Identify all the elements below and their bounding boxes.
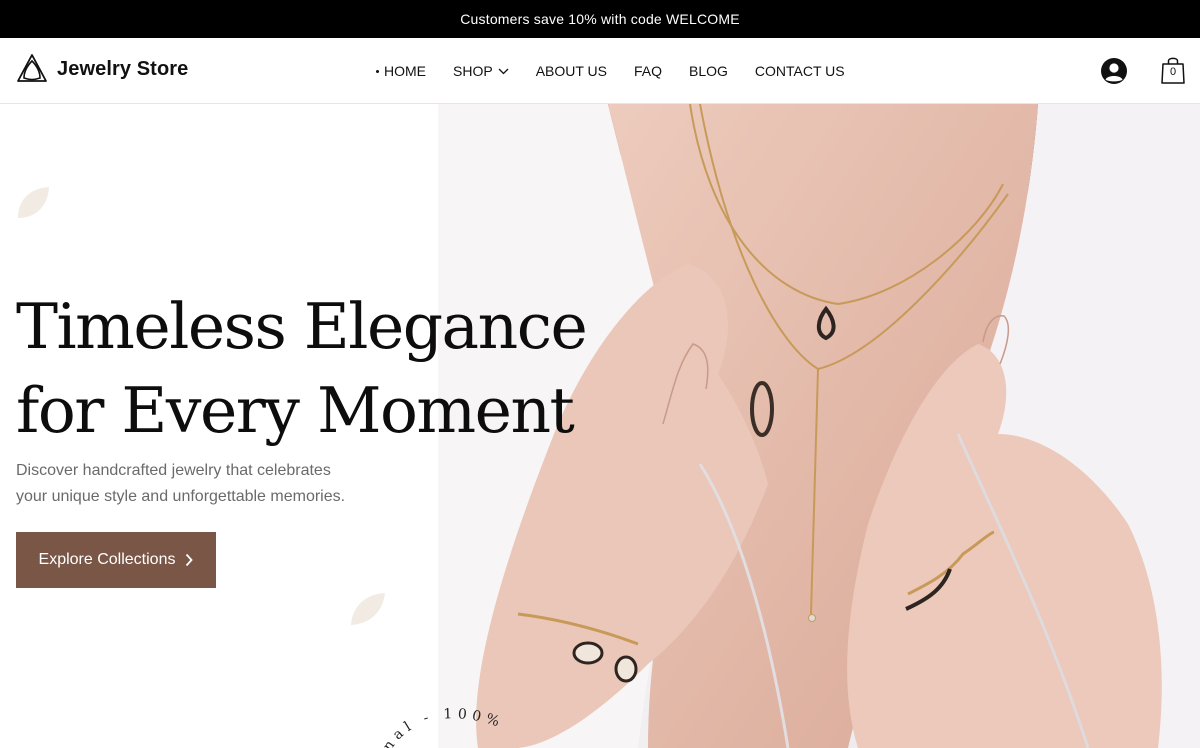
main-nav: HOME SHOP ABOUT US FAQ BLOG CONTACT US [376,63,845,79]
account-button[interactable] [1100,57,1128,85]
nav-label: CONTACT US [754,63,845,79]
announcement-text: Customers save 10% with code WELCOME [460,11,740,27]
hero-subtitle-line-2: your unique style and unforgettable memo… [16,488,346,505]
logo[interactable]: Jewelry Store [16,53,188,85]
nav-label: FAQ [634,63,663,79]
nav-label: BLOG [689,63,728,79]
hero-title: Timeless Elegance for Every Moment [16,285,656,453]
nav-label: HOME [384,63,426,79]
seal-text: nal - 100% [380,706,506,748]
nav-label: SHOP [453,63,493,79]
nav-item-about-us[interactable]: ABOUT US [536,63,607,79]
nav-item-home[interactable]: HOME [376,63,426,79]
leaf-decoration-icon [351,593,385,625]
cart-button[interactable]: 0 [1160,55,1186,85]
circular-seal-badge: nal - 100% [380,706,506,748]
cart-count-badge: 0 [1169,66,1177,78]
nav-item-faq[interactable]: FAQ [634,63,662,79]
hero-subtitle-line-1: Discover handcrafted jewelry that celebr… [16,462,331,479]
hero-title-line-1: Timeless Elegance [16,290,588,363]
leaf-decoration-icon [18,187,49,218]
hero-title-line-2: for Every Moment [16,374,575,447]
explore-collections-button[interactable]: Explore Collections [16,532,216,588]
nav-label: ABOUT US [535,63,607,79]
logo-text: Jewelry Store [57,57,189,80]
active-indicator [376,69,379,73]
seal-text-path: nal - 100% [380,706,501,748]
hero-subtitle: Discover handcrafted jewelry that celebr… [16,458,376,510]
nav-item-contact-us[interactable]: CONTACT US [755,63,845,79]
chevron-down-icon [498,68,509,75]
user-circle-icon [1101,58,1127,84]
announcement-bar: Customers save 10% with code WELCOME [0,0,1200,38]
logo-icon [17,54,47,82]
nav-item-blog[interactable]: BLOG [689,63,728,79]
site-header: Jewelry Store HOME SHOP ABOUT US FAQ BLO… [0,38,1200,104]
nav-item-shop[interactable]: SHOP [453,63,509,79]
chevron-right-icon [186,553,194,567]
cta-label: Explore Collections [38,551,176,568]
